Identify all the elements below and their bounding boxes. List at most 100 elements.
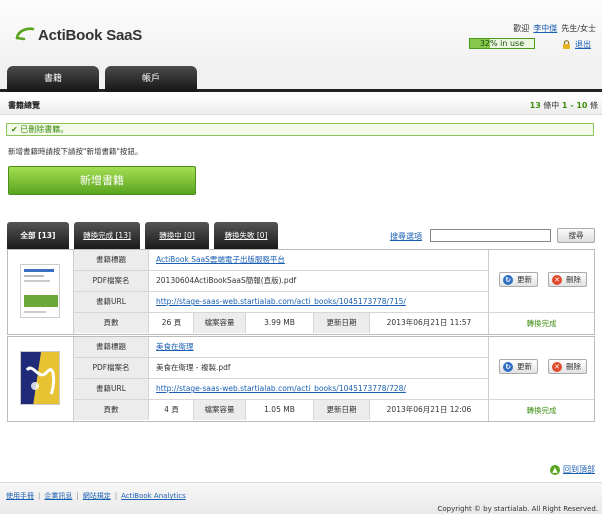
update-button[interactable]: ↻ 更新 <box>499 359 538 374</box>
storage-usage-text: 32% in use <box>479 39 525 48</box>
delete-label: 刪除 <box>566 275 581 284</box>
add-book-button[interactable]: 新增書籍 <box>8 166 196 195</box>
update-label: 更新 <box>517 362 532 371</box>
delete-icon: ✕ <box>552 275 562 285</box>
arrow-up-icon: ▲ <box>550 464 560 475</box>
updated-date: 2013年06月21日 11:57 <box>386 318 472 327</box>
honorific: 先生/女士 <box>561 24 596 33</box>
delete-icon: ✕ <box>552 362 562 372</box>
filter-tab-all[interactable]: 全部 [13] <box>7 222 69 249</box>
row-title: 書籍標題 ActiBook SaaS雲端電子出版服務平台 <box>74 250 488 271</box>
tab-books[interactable]: 書籍 <box>7 66 99 92</box>
logo-text: ActiBook SaaS <box>38 26 143 44</box>
row-pdf: PDF檔案名 20130604ActiBookSaaS簡報(直版).pdf <box>74 271 488 292</box>
copyright: Copyright © by startialab. All Right Res… <box>437 505 599 513</box>
search-button[interactable]: 搜尋 <box>557 228 595 243</box>
footer-separator: | <box>114 492 118 500</box>
greeting-label: 歡迎 <box>513 24 530 33</box>
updated-date: 2013年06月21日 12:06 <box>386 405 472 414</box>
label-pdf: PDF檔案名 <box>74 271 149 291</box>
book-actions: ↻ 更新 ✕ 刪除 <box>488 337 594 400</box>
filter-tab-label: 轉換中 [0] <box>159 231 195 240</box>
greeting: 歡迎 李中傑 先生/女士 <box>513 23 596 34</box>
lock-icon <box>563 40 570 49</box>
label-title: 書籍標題 <box>74 250 149 270</box>
delete-button[interactable]: ✕ 刪除 <box>548 272 587 287</box>
filter-tab-label: 轉換完成 [13] <box>83 231 131 240</box>
add-book-hint: 新增書籍時請按下請按"新增書籍"按鈕。 <box>8 147 143 156</box>
footer-links: 使用手冊 | 企業訊息 | 網站規定 | ActiBook Analytics <box>6 491 190 501</box>
book-url-link[interactable]: http://stage-saas-web.startialab.com/act… <box>156 292 406 312</box>
refresh-icon: ↻ <box>503 362 513 372</box>
success-alert: ✔ 已刪除書籍。 <box>6 123 594 136</box>
refresh-icon: ↻ <box>503 275 513 285</box>
label-pages: 頁數 <box>74 400 149 420</box>
label-date: 更新日期 <box>314 400 370 420</box>
label-size: 檔案容量 <box>194 400 246 420</box>
book-title-link[interactable]: ActiBook SaaS雲端電子出版服務平台 <box>156 250 285 270</box>
book-title-link[interactable]: 美食在衛理 <box>156 337 194 357</box>
row-meta: 頁數 26 頁 檔案容量 3.99 MB 更新日期 2013年06月21日 11… <box>74 313 488 334</box>
conversion-status: 轉換完成 <box>488 400 594 421</box>
document-cover-icon <box>21 265 59 317</box>
logo-icon <box>15 27 35 41</box>
logout-label: 退出 <box>575 40 591 49</box>
tab-account[interactable]: 帳戶 <box>105 66 197 92</box>
book-cover-thumbnail[interactable] <box>20 351 60 405</box>
label-title: 書籍標題 <box>74 337 149 357</box>
book-thumbnail-cell <box>8 337 74 421</box>
label-url: 書籍URL <box>74 292 149 312</box>
file-size: 1.05 MB <box>246 400 314 420</box>
user-name-link[interactable]: 李中傑 <box>533 24 557 33</box>
book-thumbnail-cell <box>8 250 74 334</box>
footer-link-analytics[interactable]: ActiBook Analytics <box>121 492 186 500</box>
check-icon: ✔ <box>11 125 18 134</box>
counter-suffix: 條 <box>590 101 598 110</box>
book-actions: ↻ 更新 ✕ 刪除 <box>488 250 594 313</box>
row-url: 書籍URL http://stage-saas-web.startialab.c… <box>74 379 488 400</box>
footer-link-company[interactable]: 企業訊息 <box>44 492 72 500</box>
update-button[interactable]: ↻ 更新 <box>499 272 538 287</box>
book-cover-thumbnail[interactable] <box>20 264 60 318</box>
logout-link[interactable]: 退出 <box>562 39 591 50</box>
update-label: 更新 <box>517 275 532 284</box>
filter-tab-converting[interactable]: 轉換中 [0] <box>145 222 209 249</box>
pdf-filename: 20130604ActiBookSaaS簡報(直版).pdf <box>156 276 297 285</box>
file-size: 3.99 MB <box>246 313 314 333</box>
conversion-status: 轉換完成 <box>488 313 594 334</box>
back-to-top-link[interactable]: ▲ 回到頂部 <box>550 464 595 475</box>
footer-separator: | <box>38 492 41 500</box>
book-url-link[interactable]: http://stage-saas-web.startialab.com/act… <box>156 379 406 399</box>
page-title: 書籍總覽 <box>8 101 40 110</box>
filter-tab-converted[interactable]: 轉換完成 [13] <box>74 222 140 249</box>
book-row: 書籍標題 ActiBook SaaS雲端電子出版服務平台 PDF檔案名 2013… <box>7 249 595 335</box>
label-size: 檔案容量 <box>194 313 246 333</box>
result-counter: 13 條中 1 - 10 條 <box>530 100 598 111</box>
book-row: 書籍標題 美食在衛理 PDF檔案名 美食在衛理 - 複製.pdf 書籍URL h… <box>7 336 595 422</box>
advanced-search-link[interactable]: 搜尋選項 <box>390 231 422 242</box>
filter-tab-label: 全部 [13] <box>20 231 56 240</box>
logo[interactable]: ActiBook SaaS <box>14 26 142 44</box>
row-pdf: PDF檔案名 美食在衛理 - 複製.pdf <box>74 358 488 379</box>
main-tabs: 書籍 帳戶 <box>0 64 602 92</box>
counter-total: 13 <box>529 101 541 110</box>
footer-link-manual[interactable]: 使用手冊 <box>6 492 34 500</box>
page-count: 26 頁 <box>150 313 194 333</box>
filter-tab-failed[interactable]: 轉換失敗 [0] <box>214 222 278 249</box>
page-count: 4 頁 <box>150 400 194 420</box>
row-meta: 頁數 4 頁 檔案容量 1.05 MB 更新日期 2013年06月21日 12:… <box>74 400 488 421</box>
header: ActiBook SaaS 歡迎 李中傑 先生/女士 32% in use 退出 <box>0 0 602 64</box>
row-title: 書籍標題 美食在衛理 <box>74 337 488 358</box>
pdf-filename: 美食在衛理 - 複製.pdf <box>156 363 231 372</box>
row-url: 書籍URL http://stage-saas-web.startialab.c… <box>74 292 488 313</box>
footer-link-terms[interactable]: 網站規定 <box>83 492 111 500</box>
label-pages: 頁數 <box>74 313 149 333</box>
delete-button[interactable]: ✕ 刪除 <box>548 359 587 374</box>
counter-mid: 條中 <box>543 101 560 110</box>
label-date: 更新日期 <box>314 313 370 333</box>
section-header: 書籍總覽 13 條中 1 - 10 條 <box>0 95 602 115</box>
counter-range: 1 - 10 <box>561 101 588 110</box>
alert-text: 已刪除書籍。 <box>20 125 69 134</box>
search-input[interactable] <box>430 229 551 242</box>
footer-separator: | <box>76 492 79 500</box>
